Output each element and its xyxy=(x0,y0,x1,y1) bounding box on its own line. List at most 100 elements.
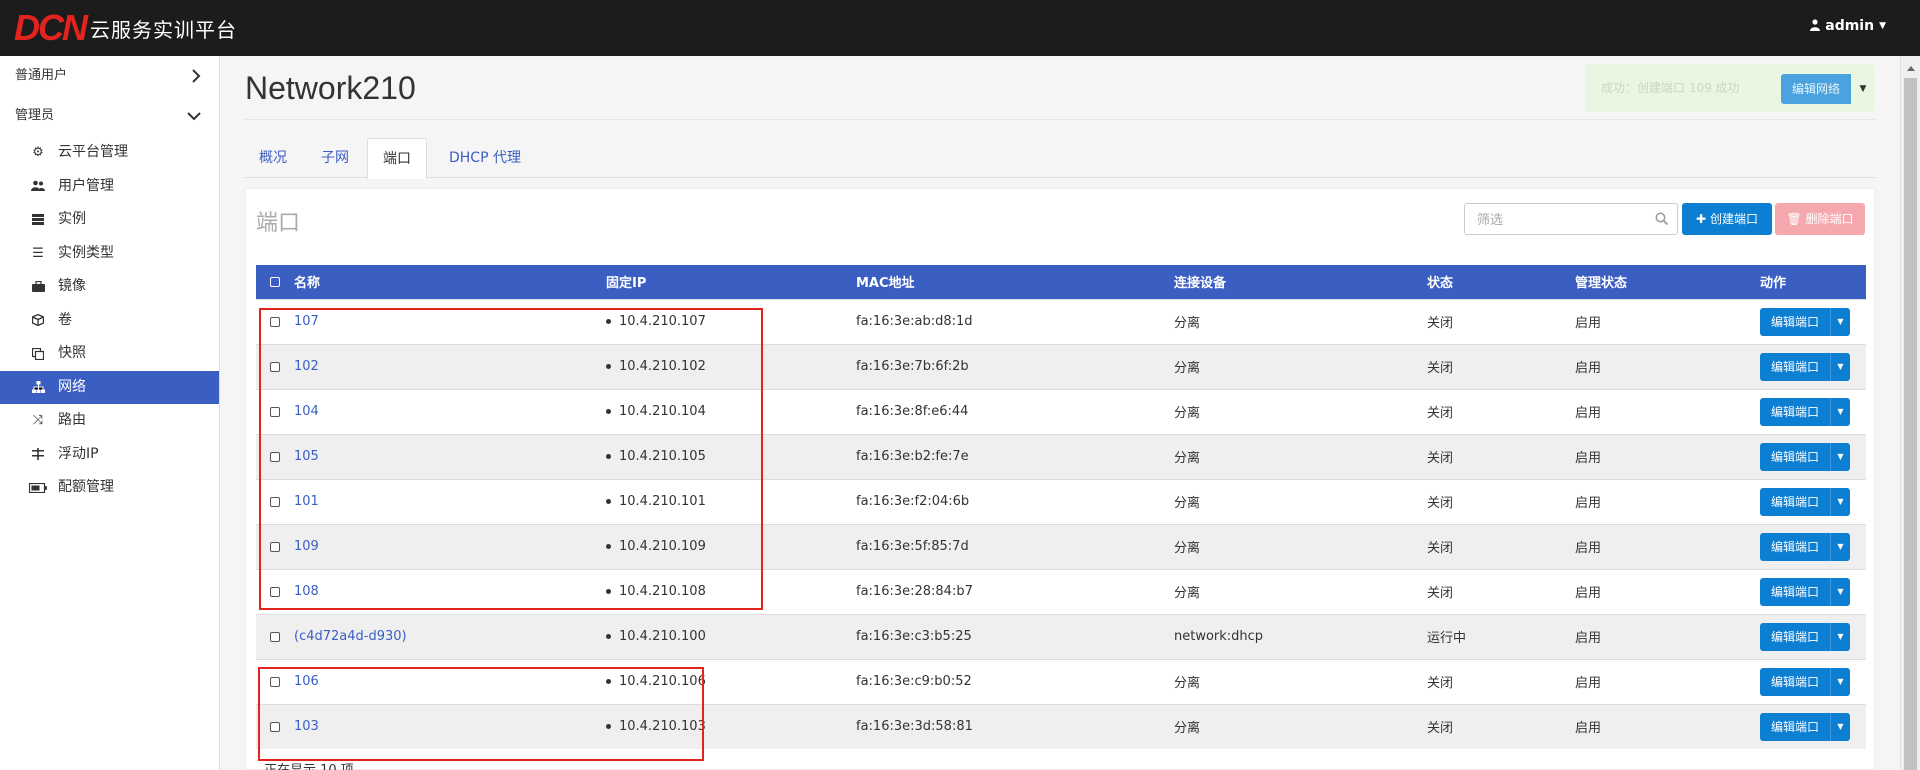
fixed-ip-cell: 10.4.210.107 xyxy=(606,298,856,344)
edit-port-button[interactable]: 编辑端口 xyxy=(1760,667,1830,696)
edit-port-button[interactable]: 编辑端口 xyxy=(1760,442,1830,471)
sidebar-item-users[interactable]: 用户管理 xyxy=(0,170,219,204)
row-checkbox[interactable] xyxy=(270,451,280,462)
tab-overview[interactable]: 概况 xyxy=(245,138,301,178)
port-name-cell: 102 xyxy=(294,343,606,389)
tab-dhcp-agents[interactable]: DHCP 代理 xyxy=(431,138,539,178)
sidebar-item-network[interactable]: 网络 xyxy=(0,370,219,404)
row-checkbox[interactable] xyxy=(270,676,280,687)
column-header-fixed-ip[interactable]: 固定IP xyxy=(606,265,856,299)
column-header-device[interactable]: 连接设备 xyxy=(1174,265,1427,299)
sidebar-item-label: 实例类型 xyxy=(58,244,114,261)
caret-down-icon[interactable]: ▼ xyxy=(1830,352,1850,381)
tab-ports[interactable]: 端口 xyxy=(367,138,427,179)
row-checkbox[interactable] xyxy=(270,541,280,552)
search-icon[interactable] xyxy=(1655,210,1671,228)
filter-input[interactable] xyxy=(1465,204,1645,234)
fixed-ip: 10.4.210.102 xyxy=(619,359,706,374)
admin-state: 启用 xyxy=(1575,388,1760,434)
sidebar-group-admin[interactable]: 管理员 xyxy=(0,96,219,136)
edit-port-button[interactable]: 编辑端口 xyxy=(1760,712,1830,741)
port-name-cell: 103 xyxy=(294,703,606,749)
scroll-thumb[interactable] xyxy=(1904,78,1917,770)
caret-down-icon[interactable]: ▼ xyxy=(1851,74,1875,104)
port-status: 关闭 xyxy=(1427,298,1575,344)
row-checkbox[interactable] xyxy=(270,586,280,597)
battery-icon xyxy=(28,471,48,505)
sidebar-item-cloud-platform[interactable]: ⚙ 云平台管理 xyxy=(0,136,219,170)
sidebar-item-instances[interactable]: 实例 xyxy=(0,203,219,237)
vertical-scrollbar[interactable] xyxy=(1900,56,1920,770)
mac-address: fa:16:3e:c9:b0:52 xyxy=(856,658,1174,704)
actions-cell: 编辑端口 ▼ xyxy=(1760,568,1866,614)
fixed-ip-cell: 10.4.210.100 xyxy=(606,613,856,659)
port-name-link[interactable]: 101 xyxy=(294,494,319,509)
port-name-link[interactable]: (c4d72a4d-d930) xyxy=(294,629,407,644)
port-name-link[interactable]: 104 xyxy=(294,404,319,419)
caret-down-icon[interactable]: ▼ xyxy=(1830,307,1850,336)
actions-cell: 编辑端口 ▼ xyxy=(1760,703,1866,749)
sidebar-item-volumes[interactable]: 卷 xyxy=(0,304,219,338)
user-menu[interactable]: admin ▼ xyxy=(1810,18,1886,34)
row-checkbox[interactable] xyxy=(270,496,280,507)
attached-device: 分离 xyxy=(1174,568,1427,614)
port-name-link[interactable]: 106 xyxy=(294,674,319,689)
sidebar-item-flavors[interactable]: ☰ 实例类型 xyxy=(0,237,219,271)
edit-port-button[interactable]: 编辑端口 xyxy=(1760,352,1830,381)
edit-port-button[interactable]: 编辑端口 xyxy=(1760,532,1830,561)
port-name-link[interactable]: 108 xyxy=(294,584,319,599)
edit-port-button[interactable]: 编辑端口 xyxy=(1760,307,1830,336)
row-checkbox[interactable] xyxy=(270,361,280,372)
attached-device: 分离 xyxy=(1174,523,1427,569)
port-name-link[interactable]: 103 xyxy=(294,719,319,734)
cogs-icon: ⚙ xyxy=(32,145,44,160)
edit-port-button[interactable]: 编辑端口 xyxy=(1760,397,1830,426)
caret-down-icon[interactable]: ▼ xyxy=(1830,487,1850,516)
admin-state: 启用 xyxy=(1575,523,1760,569)
caret-down-icon[interactable]: ▼ xyxy=(1830,442,1850,471)
sidebar-group-regular-user[interactable]: 普通用户 xyxy=(0,56,219,96)
caret-down-icon[interactable]: ▼ xyxy=(1830,532,1850,561)
edit-port-button[interactable]: 编辑端口 xyxy=(1760,487,1830,516)
caret-down-icon[interactable]: ▼ xyxy=(1830,712,1850,741)
bullet-icon xyxy=(606,634,611,639)
column-header-name[interactable]: 名称 xyxy=(294,265,606,299)
actions-cell: 编辑端口 ▼ xyxy=(1760,658,1866,704)
port-name-link[interactable]: 102 xyxy=(294,359,319,374)
sidebar-item-snapshots[interactable]: 快照 xyxy=(0,337,219,371)
brand-logo[interactable]: DCN 云服务实训平台 xyxy=(14,10,237,46)
port-name-link[interactable]: 109 xyxy=(294,539,319,554)
row-checkbox[interactable] xyxy=(270,631,280,642)
sidebar-item-routers[interactable]: ⤨ 路由 xyxy=(0,404,219,438)
select-all-checkbox[interactable] xyxy=(270,276,280,287)
edit-port-button[interactable]: 编辑端口 xyxy=(1760,577,1830,606)
edit-network-button[interactable]: 编辑网络 xyxy=(1781,74,1851,104)
port-status: 关闭 xyxy=(1427,388,1575,434)
row-checkbox[interactable] xyxy=(270,721,280,732)
create-port-button[interactable]: ✚ 创建端口 xyxy=(1682,203,1772,235)
caret-down-icon[interactable]: ▼ xyxy=(1830,397,1850,426)
actions-cell: 编辑端口 ▼ xyxy=(1760,298,1866,344)
edit-port-button[interactable]: 编辑端口 xyxy=(1760,622,1830,651)
scroll-up-arrow-icon[interactable] xyxy=(1907,66,1915,71)
bullet-icon xyxy=(606,409,611,414)
column-header-mac[interactable]: MAC地址 xyxy=(856,265,1174,299)
caret-down-icon[interactable]: ▼ xyxy=(1830,667,1850,696)
port-name-cell: 108 xyxy=(294,568,606,614)
column-header-status[interactable]: 状态 xyxy=(1427,265,1575,299)
sidebar-group-label: 普通用户 xyxy=(15,68,68,83)
sidebar-item-images[interactable]: 镜像 xyxy=(0,270,219,304)
fixed-ip: 10.4.210.101 xyxy=(619,494,706,509)
port-name-link[interactable]: 107 xyxy=(294,314,319,329)
port-name-link[interactable]: 105 xyxy=(294,449,319,464)
sidebar-item-floating-ip[interactable]: 浮动IP xyxy=(0,438,219,472)
caret-down-icon[interactable]: ▼ xyxy=(1830,577,1850,606)
caret-down-icon[interactable]: ▼ xyxy=(1830,622,1850,651)
port-status: 关闭 xyxy=(1427,478,1575,524)
delete-port-button[interactable]: 🗑 删除端口 xyxy=(1775,203,1865,235)
column-header-admin-state[interactable]: 管理状态 xyxy=(1575,265,1760,299)
row-checkbox[interactable] xyxy=(270,316,280,327)
sidebar-item-quota[interactable]: 配额管理 xyxy=(0,471,219,505)
tab-subnets[interactable]: 子网 xyxy=(305,138,365,178)
row-checkbox[interactable] xyxy=(270,406,280,417)
